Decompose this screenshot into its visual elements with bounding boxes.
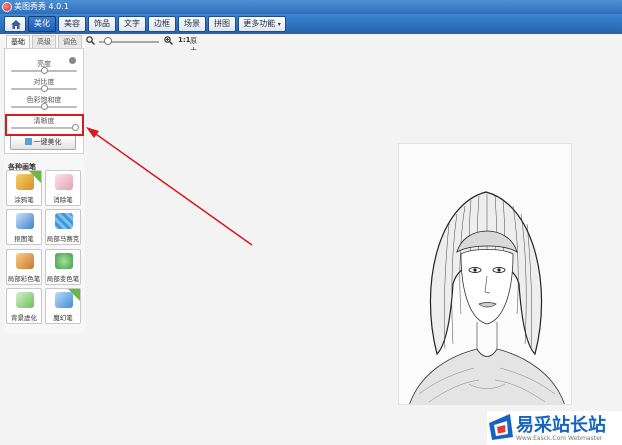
site-logo-icon	[489, 414, 513, 440]
annotation-arrow	[86, 127, 253, 246]
site-watermark: 易采站长站 Www.Easck.Com Webmaster	[487, 411, 622, 445]
watermark-url: Www.Easck.Com Webmaster	[516, 435, 603, 442]
watermark-title: 易采站长站	[516, 415, 606, 436]
